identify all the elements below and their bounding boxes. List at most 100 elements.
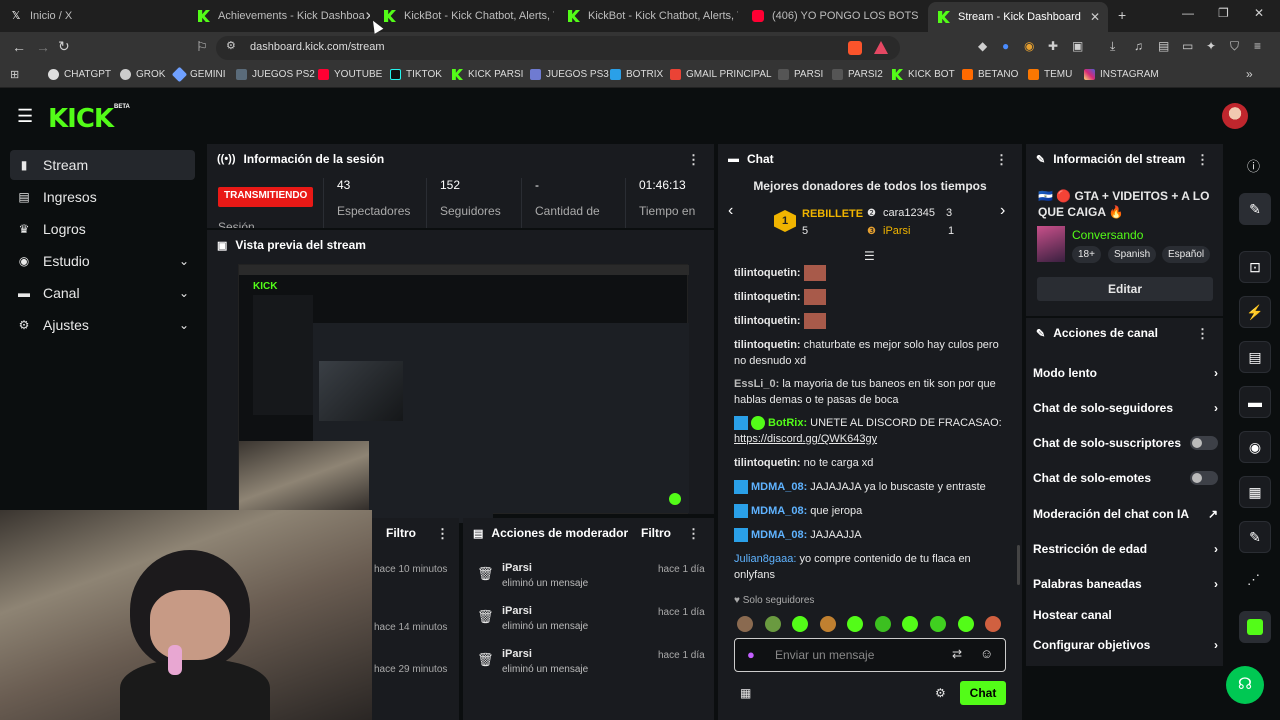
tab-kickbot-1[interactable]: KickBot - Kick Chatbot, Alerts, TTS	[374, 4, 554, 28]
more-options-icon[interactable]: ⋮	[1196, 152, 1209, 168]
gear-icon[interactable]: ⚙	[935, 686, 946, 700]
forward-icon[interactable]: →	[36, 39, 50, 55]
edit-icon[interactable]: ✎	[1239, 193, 1271, 225]
emote[interactable]	[765, 616, 781, 632]
chat-input[interactable]: ● Enviar un mensaje ⇄ ☺	[734, 638, 1006, 672]
site-info-icon[interactable]: ⚙	[226, 39, 236, 52]
bookmark-youtube[interactable]: YOUTUBE	[318, 69, 382, 80]
info-icon[interactable]: ⓘ	[1247, 156, 1260, 175]
more-bookmarks-icon[interactable]: »	[1246, 67, 1253, 81]
screenshot-icon[interactable]: ⊡	[1239, 251, 1271, 283]
action-emotes-only[interactable]: Chat de solo-emotes	[1033, 471, 1218, 485]
microphone-icon[interactable]: ●	[747, 647, 755, 662]
action-age-restriction[interactable]: Restricción de edad ›	[1033, 542, 1218, 556]
emote[interactable]	[985, 616, 1001, 632]
emote[interactable]	[930, 616, 946, 632]
bookmark-tiktok[interactable]: TIKTOK	[390, 69, 442, 80]
discord-link[interactable]: https://discord.gg/QWK643gy	[734, 433, 877, 445]
hamburger-menu-icon[interactable]: ☰	[17, 106, 33, 127]
new-tab-icon[interactable]: +	[1118, 7, 1126, 23]
bookmark-kick-bot[interactable]: KICK BOT	[892, 69, 955, 80]
tab-achievements[interactable]: Achievements - Kick Dashboa ✕	[188, 4, 370, 28]
apps-grid-icon[interactable]: ⊞	[10, 68, 19, 81]
emote[interactable]	[792, 616, 808, 632]
notes-icon[interactable]: ▤	[1239, 341, 1271, 373]
reload-icon[interactable]: ↻	[58, 38, 70, 55]
extensions-puzzle-icon[interactable]: ✚	[1048, 39, 1058, 53]
gift-icon[interactable]	[1239, 611, 1271, 643]
brave-rewards-icon[interactable]	[874, 41, 888, 54]
bookmark-instagram[interactable]: INSTAGRAM	[1084, 69, 1159, 80]
kick-logo[interactable]: KICK	[48, 104, 114, 134]
toggle-switch[interactable]	[1190, 436, 1218, 450]
activity-filter-button[interactable]: Filtro	[386, 526, 416, 540]
bookmark-juegos-ps2[interactable]: JUEGOS PS2	[236, 69, 315, 80]
broadcast-icon[interactable]: ◉	[1239, 431, 1271, 463]
support-icon[interactable]: ☊	[1226, 666, 1264, 704]
bookmark-parsi[interactable]: PARSI	[778, 69, 823, 80]
bookmark-parsi2[interactable]: PARSI2	[832, 69, 883, 80]
extension-icon[interactable]: ◆	[978, 39, 987, 53]
brave-shield-icon[interactable]	[848, 41, 862, 55]
layout-icon[interactable]: ▦	[1239, 476, 1271, 508]
more-options-icon[interactable]: ⋮	[436, 526, 449, 542]
bookmark-gemini[interactable]: GEMINI	[171, 66, 226, 83]
action-ai-moderation[interactable]: Moderación del chat con IA ↗	[1033, 507, 1218, 521]
stream-preview-video[interactable]: KICK	[238, 264, 689, 523]
bookmark-icon[interactable]: ⚐	[196, 39, 208, 55]
menu-icon[interactable]: ≡	[1254, 39, 1261, 53]
share-icon[interactable]: ⋰	[1247, 572, 1260, 588]
lightning-icon[interactable]: ⚡	[1239, 296, 1271, 328]
edit-button[interactable]: Editar	[1037, 277, 1213, 301]
action-slow-mode[interactable]: Modo lento ›	[1033, 366, 1218, 380]
vpn-icon[interactable]: ⛉	[1230, 39, 1239, 54]
bookmark-kick-parsi[interactable]: KICK PARSI	[452, 69, 523, 80]
action-configure-goals[interactable]: Configurar objetivos ›	[1033, 638, 1218, 652]
sidebar-item-ingresos[interactable]: ▤ Ingresos	[10, 182, 195, 212]
extension-icon[interactable]: ▣	[1072, 39, 1083, 53]
action-host-channel[interactable]: Hostear canal	[1033, 608, 1218, 622]
chevron-right-icon[interactable]: ›	[1000, 202, 1005, 220]
close-tab-icon[interactable]: ✕	[1090, 10, 1100, 24]
tab-stream-dashboard[interactable]: Stream - Kick Dashboard ✕	[928, 2, 1108, 32]
bookmark-betano[interactable]: BETANO	[962, 69, 1018, 80]
bookmark-temu[interactable]: TEMU	[1028, 69, 1072, 80]
store-icon[interactable]: ▦	[740, 686, 751, 700]
close-window-icon[interactable]: ✕	[1254, 6, 1264, 20]
avatar[interactable]	[1222, 103, 1248, 129]
bookmark-juegos-ps3[interactable]: JUEGOS PS3	[530, 69, 609, 80]
emote[interactable]	[820, 616, 836, 632]
category-link[interactable]: Conversando	[1072, 228, 1143, 242]
emote[interactable]	[847, 616, 863, 632]
sidebar-icon[interactable]: ▤	[1158, 39, 1169, 53]
back-icon[interactable]: ←	[12, 39, 26, 55]
ai-icon[interactable]: ✦	[1206, 39, 1216, 53]
emoji-icon[interactable]: ☺	[980, 646, 993, 661]
translate-icon[interactable]: ⇄	[952, 647, 962, 661]
tab-kickbot-2[interactable]: KickBot - Kick Chatbot, Alerts, TTS	[558, 4, 738, 28]
emote[interactable]	[902, 616, 918, 632]
emote[interactable]	[875, 616, 891, 632]
chat-icon[interactable]: ▬	[1239, 386, 1271, 418]
action-subscribers-only[interactable]: Chat de solo-suscriptores	[1033, 436, 1218, 450]
bookmark-grok[interactable]: GROK	[120, 69, 165, 80]
extension-icon[interactable]: ●	[1002, 39, 1009, 53]
wrench-icon[interactable]: ✎	[1239, 521, 1271, 553]
chat-scrollbar[interactable]	[1017, 545, 1020, 585]
more-options-icon[interactable]: ⋮	[995, 152, 1008, 168]
action-followers-only[interactable]: Chat de solo-seguidores ›	[1033, 401, 1218, 415]
more-options-icon[interactable]: ⋮	[687, 526, 700, 542]
bookmark-gmail[interactable]: GMAIL PRINCIPAL	[670, 69, 772, 80]
toggle-switch[interactable]	[1190, 471, 1218, 485]
close-tab-icon[interactable]: ✕	[365, 9, 370, 23]
music-icon[interactable]: ♫	[1134, 39, 1143, 53]
chevron-left-icon[interactable]: ‹	[728, 202, 733, 220]
download-icon[interactable]: ⤓	[1110, 39, 1115, 54]
moderator-filter-button[interactable]: Filtro	[641, 526, 671, 540]
more-options-icon[interactable]: ⋮	[1196, 326, 1209, 342]
wallet-icon[interactable]: ▭	[1182, 39, 1193, 53]
bookmark-chatgpt[interactable]: CHATGPT	[48, 69, 111, 80]
pinned-icon[interactable]: ☰	[864, 249, 875, 263]
more-options-icon[interactable]: ⋮	[687, 152, 700, 168]
emote[interactable]	[737, 616, 753, 632]
